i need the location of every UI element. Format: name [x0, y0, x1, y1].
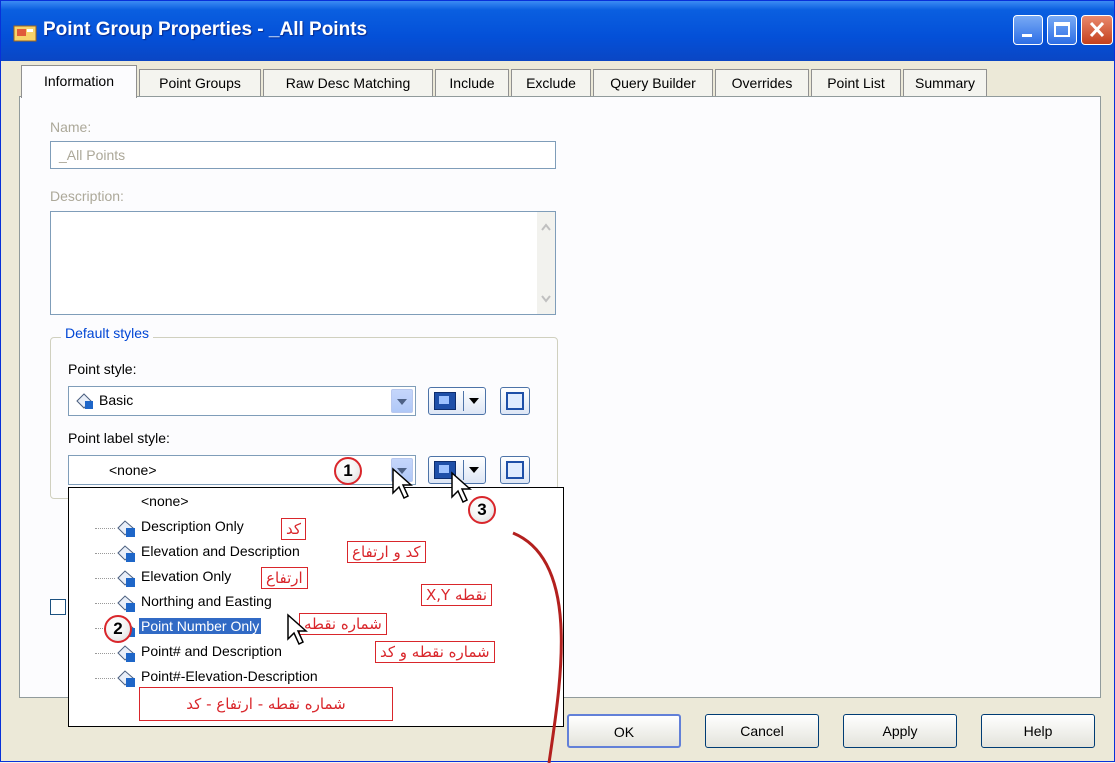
list-item-label: Point#-Elevation-Description: [141, 668, 318, 684]
tab-exclude[interactable]: Exclude: [511, 69, 591, 97]
name-label: Name:: [50, 119, 92, 135]
annotation-description-only: کد: [281, 518, 307, 540]
tab-summary[interactable]: Summary: [903, 69, 987, 97]
tree-line: [95, 678, 115, 679]
point-style-edit-button[interactable]: [428, 387, 486, 415]
description-field[interactable]: [50, 211, 556, 315]
point-style-label: Point style:: [68, 361, 137, 377]
annotation-point-and-description: شماره نقطه و کد: [375, 641, 495, 663]
title-bar[interactable]: Point Group Properties - _All Points: [1, 1, 1114, 61]
tab-query-builder[interactable]: Query Builder: [593, 69, 713, 97]
label-style-icon: [117, 670, 135, 687]
list-item-elevation-and-description[interactable]: Elevation and Description: [69, 541, 563, 565]
description-label: Description:: [50, 188, 124, 204]
tab-point-groups[interactable]: Point Groups: [139, 69, 261, 97]
default-styles-title: Default styles: [61, 325, 154, 341]
list-item-label: Point Number Only: [139, 618, 262, 634]
apply-button[interactable]: Apply: [843, 714, 957, 748]
list-item-label: <none>: [141, 493, 189, 509]
step-badge-1: 1: [334, 457, 362, 485]
mouse-cursor-icon: [287, 613, 308, 646]
tab-information[interactable]: Information: [21, 65, 137, 98]
mouse-cursor-icon: [392, 467, 413, 500]
list-item-label: Elevation Only: [141, 568, 232, 584]
tab-point-list[interactable]: Point List: [811, 69, 901, 97]
point-label-style-label: Point label style:: [68, 430, 170, 446]
checkbox[interactable]: [50, 599, 66, 615]
list-item-label: Description Only: [141, 518, 244, 534]
maximize-button[interactable]: [1047, 15, 1077, 45]
point-style-dropdown-button[interactable]: [391, 389, 413, 413]
ok-button[interactable]: OK: [567, 714, 681, 748]
label-style-icon: [117, 520, 135, 537]
minimize-icon: [1022, 34, 1032, 37]
preview-icon: [506, 461, 524, 479]
edit-style-icon: [434, 392, 456, 410]
help-button[interactable]: Help: [981, 714, 1095, 748]
tab-raw-desc-matching[interactable]: Raw Desc Matching: [263, 69, 433, 97]
tree-line: [95, 603, 115, 604]
label-style-icon: [117, 645, 135, 662]
app-icon: [13, 25, 37, 42]
annotation-point-number-only: شماره نقطه: [299, 613, 387, 635]
close-icon: [1089, 21, 1105, 38]
point-style-icon: [76, 393, 93, 409]
annotation-elevation-and-description: کد و ارتفاع: [347, 541, 426, 563]
list-item-label: Northing and Easting: [141, 593, 272, 609]
tree-line: [95, 528, 115, 529]
label-style-icon: [117, 545, 135, 562]
tree-line: [95, 553, 115, 554]
list-item-label: Elevation and Description: [141, 543, 300, 559]
point-style-select[interactable]: Basic: [68, 386, 416, 416]
point-label-style-view-button[interactable]: [500, 456, 530, 484]
tree-line: [95, 653, 115, 654]
point-style-view-button[interactable]: [500, 387, 530, 415]
point-label-style-select[interactable]: <none>: [68, 455, 416, 485]
cancel-button[interactable]: Cancel: [705, 714, 819, 748]
window-title: Point Group Properties - _All Points: [43, 19, 368, 40]
minimize-button[interactable]: [1013, 15, 1043, 45]
step-badge-2: 2: [104, 615, 132, 643]
dialog-window: Point Group Properties - _All Points Inf…: [0, 0, 1115, 763]
chevron-down-icon: [397, 399, 407, 405]
scroll-arrows-icon: [541, 223, 551, 303]
point-style-value: Basic: [99, 392, 134, 408]
maximize-icon: [1054, 22, 1070, 37]
split-separator: [463, 391, 464, 411]
tab-overrides[interactable]: Overrides: [715, 69, 809, 97]
annotation-point-elevation-description: شماره نقطه - ارتفاع - کد: [139, 687, 393, 721]
tree-line: [95, 578, 115, 579]
label-style-icon: [117, 595, 135, 612]
close-button[interactable]: [1081, 15, 1113, 45]
point-label-style-value: <none>: [109, 462, 157, 478]
preview-icon: [506, 392, 524, 410]
chevron-down-icon: [469, 398, 479, 404]
annotation-northing-easting: X,Y نقطه: [421, 584, 493, 606]
mouse-cursor-icon: [451, 471, 472, 504]
name-field[interactable]: _All Points: [50, 141, 556, 169]
list-item-label: Point# and Description: [141, 643, 282, 659]
tab-include[interactable]: Include: [435, 69, 509, 97]
description-scrollbar[interactable]: [537, 212, 555, 314]
label-style-icon: [117, 570, 135, 587]
annotation-elevation-only: ارتفاع: [261, 567, 308, 589]
name-field-value: _All Points: [59, 147, 126, 163]
